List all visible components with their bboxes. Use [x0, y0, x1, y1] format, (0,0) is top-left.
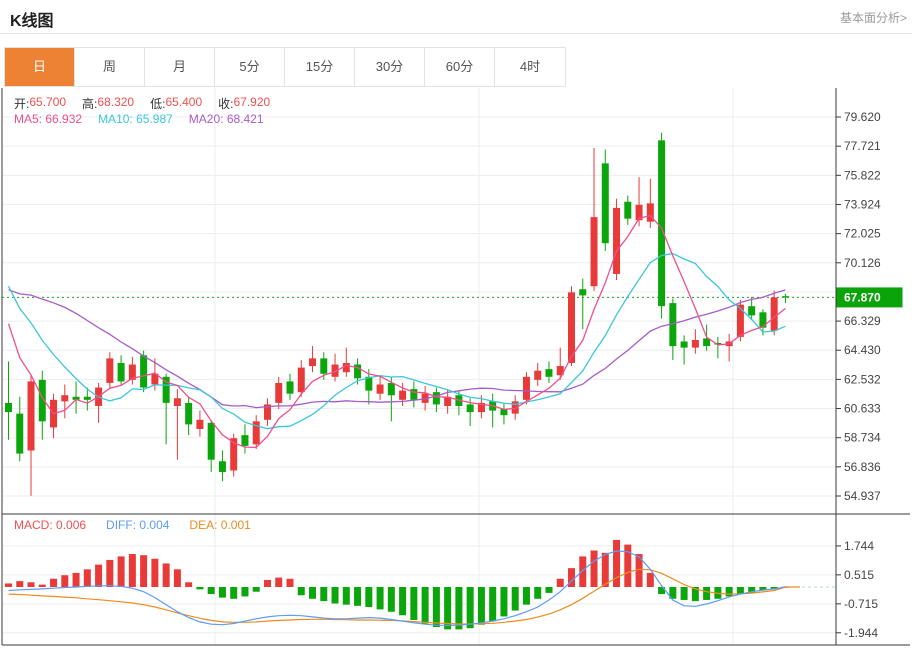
macd-histogram [5, 540, 789, 629]
tab-60min[interactable]: 60分 [425, 48, 495, 86]
svg-text:54.937: 54.937 [844, 489, 881, 503]
svg-text:67.870: 67.870 [844, 290, 881, 304]
svg-text:70.126: 70.126 [844, 256, 881, 270]
svg-text:1.744: 1.744 [844, 539, 874, 553]
pane-borders [2, 88, 910, 645]
svg-text:58.734: 58.734 [844, 431, 881, 445]
ma10-line [9, 254, 786, 429]
period-tabbar: 日周月5分15分30分60分4时 [4, 47, 566, 87]
svg-text:0.515: 0.515 [844, 568, 874, 582]
svg-text:75.822: 75.822 [844, 168, 881, 182]
svg-text:66.329: 66.329 [844, 314, 881, 328]
diff-line [9, 551, 786, 625]
ma5-line [9, 216, 786, 448]
svg-text:72.025: 72.025 [844, 227, 881, 241]
ma20-line [9, 290, 786, 408]
macd-axis-labels: 1.744 0.515 -0.715 -1.944 [836, 539, 878, 640]
tab-15min[interactable]: 15分 [285, 48, 355, 86]
tab-5min[interactable]: 5分 [215, 48, 285, 86]
current-price-badge: 67.870 [837, 287, 903, 307]
kline-page: K线图 基本面分析> 日周月5分15分30分60分4时 79.62077.721… [0, 0, 912, 648]
kline-chart-canvas: 79.62077.72175.82273.92472.02570.12668.2… [0, 0, 912, 648]
tab-30min[interactable]: 30分 [355, 48, 425, 86]
svg-text:60.633: 60.633 [844, 402, 881, 416]
tab-month[interactable]: 月 [145, 48, 215, 86]
svg-text:73.924: 73.924 [844, 197, 881, 211]
svg-text:64.430: 64.430 [844, 343, 881, 357]
svg-text:56.836: 56.836 [844, 460, 881, 474]
gridlines [2, 88, 836, 645]
tab-week[interactable]: 周 [75, 48, 145, 86]
candles [5, 133, 789, 496]
tab-day[interactable]: 日 [5, 48, 75, 86]
svg-text:79.620: 79.620 [844, 110, 881, 124]
svg-text:-0.715: -0.715 [844, 597, 878, 611]
svg-text:77.721: 77.721 [844, 139, 881, 153]
svg-text:62.532: 62.532 [844, 372, 881, 386]
svg-text:-1.944: -1.944 [844, 626, 878, 640]
tab-4hour[interactable]: 4时 [495, 48, 565, 86]
